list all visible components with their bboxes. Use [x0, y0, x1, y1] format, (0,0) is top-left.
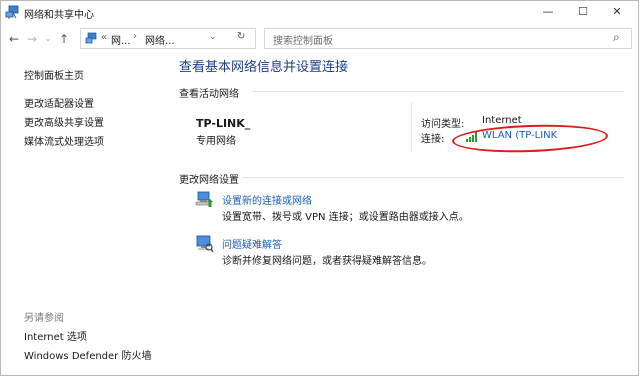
- search-box[interactable]: 搜索控制面板 ⌕: [264, 28, 632, 49]
- title-bar: 网络和共享中心 — ☐ ✕: [0, 0, 640, 26]
- back-arrow-icon[interactable]: ←: [6, 30, 22, 48]
- recent-dropdown-icon[interactable]: ⌄: [40, 30, 56, 48]
- breadcrumb-separator-icon[interactable]: ›: [133, 31, 137, 42]
- close-button[interactable]: ✕: [594, 0, 640, 26]
- sidebar-item-change-adapter-settings[interactable]: 更改适配器设置: [24, 95, 94, 110]
- page-title: 查看基本网络信息并设置连接: [179, 60, 349, 75]
- network-type: 专用网络: [196, 136, 236, 147]
- see-also-firewall[interactable]: Windows Defender 防火墙: [24, 347, 151, 362]
- sidebar-item-media-streaming-options[interactable]: 媒体流式处理选项: [24, 133, 104, 148]
- sidebar-item-advanced-sharing-settings[interactable]: 更改高级共享设置: [24, 114, 104, 129]
- up-arrow-icon[interactable]: ↑: [56, 30, 72, 48]
- troubleshoot-link[interactable]: 问题疑难解答: [222, 236, 282, 251]
- setup-new-connection-desc: 设置宽带、拨号或 VPN 连接；或设置路由器或接入点。: [222, 212, 469, 223]
- connections-label: 连接:: [421, 134, 445, 145]
- address-bar[interactable]: « 网... › 网络... ⌄ ↻: [80, 28, 256, 49]
- forward-arrow-icon[interactable]: →: [24, 30, 40, 48]
- network-name: TP-LINK_: [196, 117, 251, 130]
- section-divider: [252, 91, 624, 92]
- see-also-heading: 另请参阅: [24, 313, 64, 324]
- breadcrumb-overflow[interactable]: «: [101, 32, 107, 43]
- setup-new-connection-link[interactable]: 设置新的连接或网络: [222, 192, 312, 207]
- refresh-icon[interactable]: ↻: [237, 31, 245, 42]
- network-center-icon: [5, 5, 19, 19]
- new-connection-icon: [195, 191, 213, 207]
- see-also-internet-options[interactable]: Internet 选项: [24, 328, 87, 343]
- breadcrumb-item[interactable]: 网络...: [145, 32, 175, 47]
- control-panel-icon: [85, 32, 97, 44]
- address-dropdown-icon[interactable]: ⌄: [209, 32, 217, 42]
- troubleshoot-icon: [196, 235, 214, 253]
- section-divider: [242, 177, 624, 178]
- window-title: 网络和共享中心: [24, 10, 94, 21]
- address-row: ← → ⌄ ↑ « 网... › 网络... ⌄ ↻ 搜索控制面板 ⌕: [0, 26, 640, 52]
- change-settings-heading: 更改网络设置: [179, 175, 239, 186]
- search-icon[interactable]: ⌕: [613, 30, 620, 45]
- vertical-divider: [411, 102, 412, 152]
- access-type-label: 访问类型:: [421, 119, 465, 130]
- breadcrumb-item[interactable]: 网...: [111, 32, 131, 47]
- sidebar-item-control-panel-home[interactable]: 控制面板主页: [24, 67, 84, 82]
- access-type-value: Internet: [482, 115, 522, 126]
- troubleshoot-desc: 诊断并修复网络问题，或者获得疑难解答信息。: [222, 256, 432, 267]
- active-networks-heading: 查看活动网络: [179, 89, 239, 100]
- search-input[interactable]: 搜索控制面板: [273, 32, 333, 47]
